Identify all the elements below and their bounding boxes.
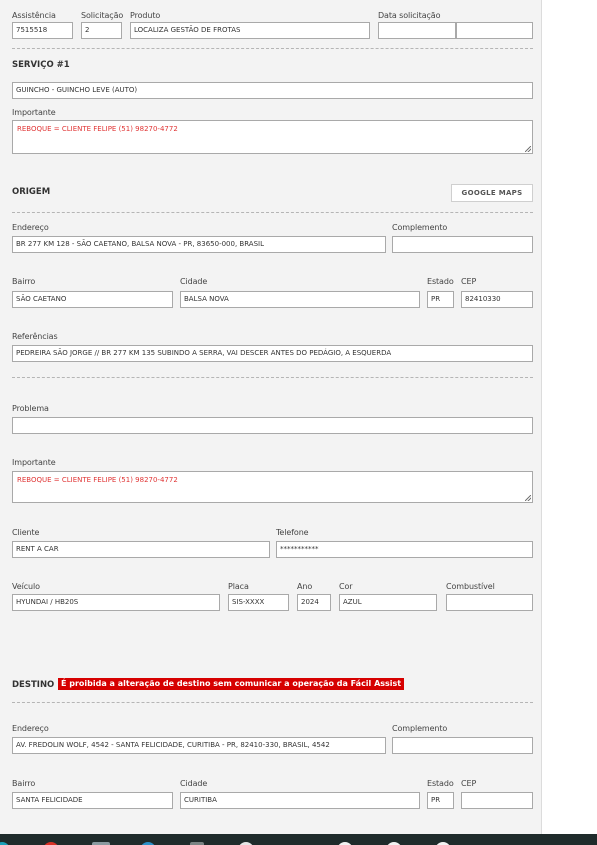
origem-estado-label: Estado bbox=[427, 277, 454, 286]
destino-cep-field[interactable] bbox=[461, 792, 533, 809]
problema-field[interactable] bbox=[12, 417, 533, 434]
origem-referencias-label: Referências bbox=[12, 332, 58, 341]
solicitacao-field[interactable]: 2 bbox=[81, 22, 122, 39]
importante-label: Importante bbox=[12, 458, 56, 467]
produto-label: Produto bbox=[130, 11, 161, 20]
telefone-label: Telefone bbox=[276, 528, 309, 537]
origem-estado-field[interactable]: PR bbox=[427, 291, 454, 308]
taskbar bbox=[0, 834, 597, 845]
servico-field[interactable]: GUINCHO - GUINCHO LEVE (AUTO) bbox=[12, 82, 533, 99]
divider bbox=[12, 212, 533, 213]
cliente-label: Cliente bbox=[12, 528, 40, 537]
google-maps-button[interactable]: GOOGLE MAPS bbox=[451, 184, 533, 202]
origem-cep-label: CEP bbox=[461, 277, 477, 286]
origem-bairro-field[interactable]: SÃO CAETANO bbox=[12, 291, 173, 308]
destino-bairro-label: Bairro bbox=[12, 779, 36, 788]
placa-field[interactable]: SIS-XXXX bbox=[228, 594, 289, 611]
origem-endereco-field[interactable]: BR 277 KM 128 - SÃO CAETANO, BALSA NOVA … bbox=[12, 236, 386, 253]
origem-complemento-label: Complemento bbox=[392, 223, 448, 232]
data-solicitacao-date-field[interactable] bbox=[378, 22, 456, 39]
destino-complemento-label: Complemento bbox=[392, 724, 448, 733]
ano-label: Ano bbox=[297, 582, 313, 591]
resize-grip-icon[interactable] bbox=[525, 146, 531, 152]
importante-text: REBOQUE = CLIENTE FELIPE (51) 98270-4772 bbox=[17, 476, 178, 484]
servico-title: SERVIÇO #1 bbox=[12, 60, 70, 70]
cliente-field[interactable]: RENT A CAR bbox=[12, 541, 270, 558]
data-solicitacao-label: Data solicitação bbox=[378, 11, 441, 20]
destino-warning-badge: É proibida a alteração de destino sem co… bbox=[58, 678, 405, 690]
servico-importante-text: REBOQUE = CLIENTE FELIPE (51) 98270-4772 bbox=[17, 125, 178, 133]
veiculo-field[interactable]: HYUNDAI / HB20S bbox=[12, 594, 220, 611]
destino-complemento-field[interactable] bbox=[392, 737, 533, 754]
assistencia-label: Assistência bbox=[12, 11, 56, 20]
destino-endereco-label: Endereço bbox=[12, 724, 49, 733]
origem-cidade-label: Cidade bbox=[180, 277, 208, 286]
divider bbox=[12, 377, 533, 378]
ano-field[interactable]: 2024 bbox=[297, 594, 331, 611]
destino-bairro-field[interactable]: SANTA FELICIDADE bbox=[12, 792, 173, 809]
cor-field[interactable]: AZUL bbox=[339, 594, 437, 611]
solicitacao-label: Solicitação bbox=[81, 11, 124, 20]
servico-importante-label: Importante bbox=[12, 108, 56, 117]
veiculo-label: Veículo bbox=[12, 582, 40, 591]
origem-cidade-field[interactable]: BALSA NOVA bbox=[180, 291, 420, 308]
origem-referencias-field[interactable]: PEDREIRA SÃO JORGE // BR 277 KM 135 SUBI… bbox=[12, 345, 533, 362]
destino-endereco-field[interactable]: AV. FREDOLIN WOLF, 4542 - SANTA FELICIDA… bbox=[12, 737, 386, 754]
origem-complemento-field[interactable] bbox=[392, 236, 533, 253]
divider bbox=[12, 48, 533, 49]
resize-grip-icon[interactable] bbox=[525, 495, 531, 501]
destino-estado-field[interactable]: PR bbox=[427, 792, 454, 809]
origem-bairro-label: Bairro bbox=[12, 277, 36, 286]
destino-cidade-field[interactable]: CURITIBA bbox=[180, 792, 420, 809]
servico-importante-textarea[interactable]: REBOQUE = CLIENTE FELIPE (51) 98270-4772 bbox=[12, 120, 533, 154]
destino-cidade-label: Cidade bbox=[180, 779, 208, 788]
form-panel: Assistência 7515518 Solicitação 2 Produt… bbox=[0, 0, 542, 845]
produto-field[interactable]: LOCALIZA GESTÃO DE FROTAS bbox=[130, 22, 370, 39]
origem-cep-field[interactable]: 82410330 bbox=[461, 291, 533, 308]
destino-cep-label: CEP bbox=[461, 779, 477, 788]
destino-title: DESTINO bbox=[12, 680, 55, 690]
problema-label: Problema bbox=[12, 404, 49, 413]
combustivel-field[interactable] bbox=[446, 594, 533, 611]
origem-endereco-label: Endereço bbox=[12, 223, 49, 232]
origem-title: ORIGEM bbox=[12, 187, 51, 197]
data-solicitacao-time-field[interactable] bbox=[456, 22, 533, 39]
cor-label: Cor bbox=[339, 582, 353, 591]
placa-label: Placa bbox=[228, 582, 249, 591]
destino-estado-label: Estado bbox=[427, 779, 454, 788]
divider bbox=[12, 702, 533, 703]
telefone-field[interactable]: *********** bbox=[276, 541, 533, 558]
importante-textarea[interactable]: REBOQUE = CLIENTE FELIPE (51) 98270-4772 bbox=[12, 471, 533, 503]
combustivel-label: Combustível bbox=[446, 582, 495, 591]
assistencia-field[interactable]: 7515518 bbox=[12, 22, 73, 39]
